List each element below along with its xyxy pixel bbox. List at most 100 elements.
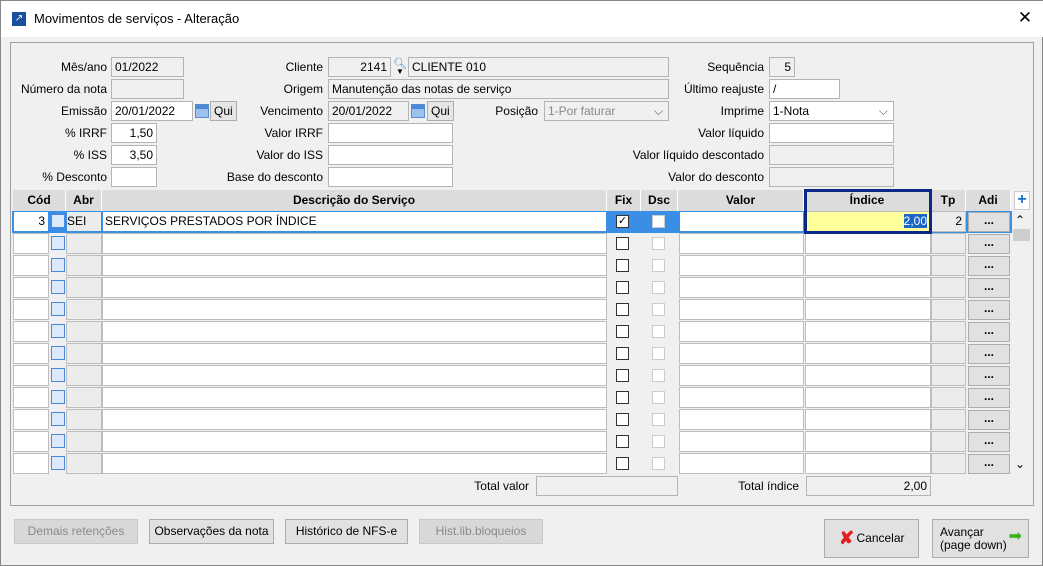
descricao-cell[interactable]: SERVIÇOS PRESTADOS POR ÍNDICE [102, 211, 607, 232]
descricao-cell[interactable] [102, 233, 607, 254]
cancelar-button[interactable]: ✘ Cancelar [824, 519, 919, 558]
valor-cell[interactable] [679, 409, 804, 430]
valor-cell[interactable] [679, 255, 804, 276]
indice-cell[interactable] [805, 387, 931, 408]
observacoes-nota-button[interactable]: Observações da nota [149, 519, 274, 544]
indice-cell[interactable] [805, 277, 931, 298]
adi-button[interactable]: ... [968, 344, 1010, 364]
adi-button[interactable]: ... [968, 410, 1010, 430]
lookup-icon[interactable] [51, 434, 65, 448]
fix-checkbox[interactable] [616, 325, 629, 338]
valor-irrf-input[interactable] [328, 123, 453, 143]
descricao-cell[interactable] [102, 343, 607, 364]
fix-checkbox[interactable] [616, 413, 629, 426]
valor-cell[interactable] [679, 431, 804, 452]
col-abr[interactable]: Abr [66, 190, 102, 211]
descricao-cell[interactable] [102, 321, 607, 342]
valor-cell[interactable] [679, 321, 804, 342]
col-descricao[interactable]: Descrição do Serviço [102, 190, 607, 211]
descricao-cell[interactable] [102, 409, 607, 430]
fix-checkbox[interactable] [616, 259, 629, 272]
lookup-icon[interactable] [51, 302, 65, 316]
lookup-icon[interactable] [51, 390, 65, 404]
indice-cell[interactable] [805, 299, 931, 320]
adi-button[interactable]: ... [968, 212, 1010, 232]
col-tp[interactable]: Tp [931, 190, 966, 211]
lookup-icon[interactable] [51, 324, 65, 338]
fix-checkbox[interactable]: ✓ [616, 215, 629, 228]
fix-checkbox[interactable] [616, 347, 629, 360]
fix-checkbox[interactable] [616, 435, 629, 448]
cod-cell[interactable] [13, 431, 49, 452]
desconto-input[interactable] [111, 167, 157, 187]
valor-cell[interactable] [679, 299, 804, 320]
scrollbar[interactable] [1013, 211, 1031, 475]
lookup-icon[interactable] [51, 346, 65, 360]
col-dsc[interactable]: Dsc [641, 190, 678, 211]
dropdown-arrow-icon[interactable]: ▼ [396, 67, 404, 76]
valor-cell[interactable] [679, 365, 804, 386]
fix-checkbox[interactable] [616, 391, 629, 404]
indice-cell[interactable] [805, 321, 931, 342]
cod-cell[interactable] [13, 387, 49, 408]
adi-button[interactable]: ... [968, 366, 1010, 386]
adi-button[interactable]: ... [968, 454, 1010, 474]
descricao-cell[interactable] [102, 365, 607, 386]
adi-button[interactable]: ... [968, 300, 1010, 320]
descricao-cell[interactable] [102, 277, 607, 298]
calendar-icon[interactable] [195, 104, 209, 118]
col-adi[interactable]: Adi [966, 190, 1011, 211]
emissao-input[interactable]: 20/01/2022 [111, 101, 193, 121]
valor-cell[interactable] [679, 233, 804, 254]
lookup-icon[interactable] [51, 258, 65, 272]
cod-cell[interactable] [13, 233, 49, 254]
scroll-up-icon[interactable]: ⌃ [1015, 213, 1025, 227]
adi-button[interactable]: ... [968, 432, 1010, 452]
imprime-select[interactable]: 1-Nota [769, 101, 894, 121]
lookup-icon[interactable] [51, 280, 65, 294]
lookup-icon[interactable] [51, 214, 65, 228]
indice-cell[interactable] [805, 233, 931, 254]
lookup-icon[interactable] [51, 412, 65, 426]
col-cod[interactable]: Cód [13, 190, 66, 211]
historico-nfse-button[interactable]: Histórico de NFS-e [285, 519, 408, 544]
scroll-down-icon[interactable]: ⌄ [1015, 457, 1025, 471]
indice-cell[interactable] [805, 431, 931, 452]
valor-liquido-input[interactable] [769, 123, 894, 143]
indice-cell[interactable] [805, 255, 931, 276]
cod-cell[interactable] [13, 299, 49, 320]
cod-cell[interactable] [13, 277, 49, 298]
valor-cell[interactable] [679, 453, 804, 474]
fix-checkbox[interactable] [616, 369, 629, 382]
col-fix[interactable]: Fix [607, 190, 641, 211]
cod-cell[interactable] [13, 321, 49, 342]
valor-iss-input[interactable] [328, 145, 453, 165]
cod-cell[interactable]: 3 [13, 211, 49, 232]
lookup-icon[interactable] [51, 368, 65, 382]
lookup-icon[interactable] [51, 236, 65, 250]
irrf-input[interactable]: 1,50 [111, 123, 157, 143]
demais-retencoes-button[interactable]: Demais retenções [14, 519, 138, 544]
valor-cell[interactable] [679, 211, 804, 232]
descricao-cell[interactable] [102, 453, 607, 474]
lookup-icon[interactable] [51, 456, 65, 470]
descricao-cell[interactable] [102, 299, 607, 320]
descricao-cell[interactable] [102, 387, 607, 408]
adi-button[interactable]: ... [968, 234, 1010, 254]
indice-cell[interactable] [805, 365, 931, 386]
valor-cell[interactable] [679, 343, 804, 364]
adi-button[interactable]: ... [968, 278, 1010, 298]
fix-checkbox[interactable] [616, 281, 629, 294]
col-valor[interactable]: Valor [678, 190, 804, 211]
descricao-cell[interactable] [102, 255, 607, 276]
adi-button[interactable]: ... [968, 388, 1010, 408]
scroll-thumb[interactable] [1013, 229, 1030, 241]
indice-cell[interactable] [805, 453, 931, 474]
cod-cell[interactable] [13, 453, 49, 474]
indice-cell[interactable] [805, 343, 931, 364]
iss-input[interactable]: 3,50 [111, 145, 157, 165]
fix-checkbox[interactable] [616, 237, 629, 250]
adi-button[interactable]: ... [968, 322, 1010, 342]
dsc-checkbox[interactable] [652, 215, 665, 228]
close-button[interactable]: ✕ [1015, 8, 1035, 28]
